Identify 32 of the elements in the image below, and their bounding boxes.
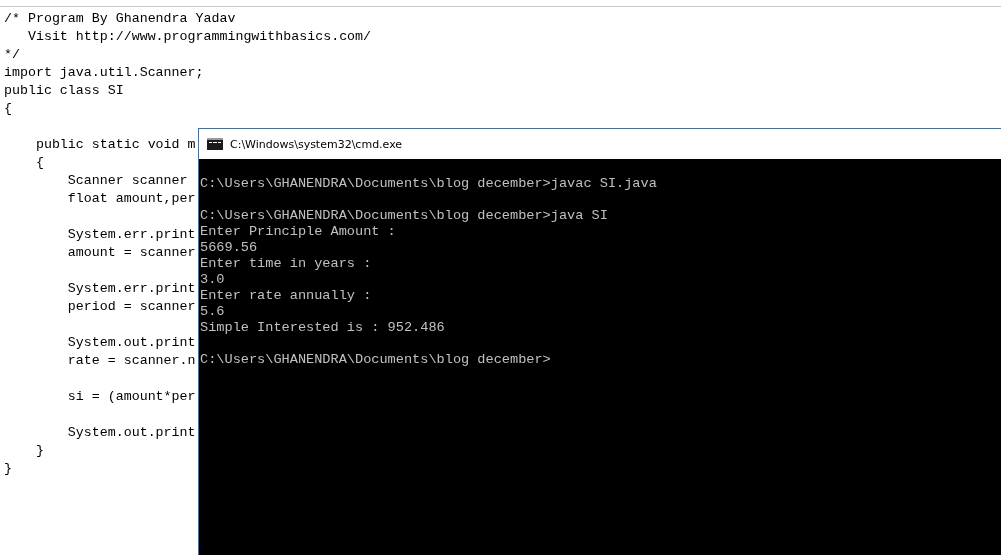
code-line: { xyxy=(4,101,12,116)
console-line: Enter time in years : xyxy=(200,256,372,271)
code-line: /* Program By Ghanendra Yadav xyxy=(4,11,236,26)
console-line: 5.6 xyxy=(200,304,225,319)
console-icon xyxy=(207,138,223,150)
code-line: public static void m xyxy=(34,137,196,152)
code-line: rate = scanner.n xyxy=(66,353,196,368)
code-line: Visit http://www.programmingwithbasics.com/ xyxy=(26,29,372,44)
code-line: System.err.print xyxy=(66,281,196,296)
code-line: System.out.print xyxy=(66,425,196,440)
console-line: Simple Interested is : 952.486 xyxy=(200,320,445,335)
window-title: C:\Windows\system32\cmd.exe xyxy=(230,137,403,151)
code-line: { xyxy=(34,155,44,170)
console-line: C:\Users\GHANENDRA\Documents\blog december>java SI xyxy=(200,208,608,223)
code-line: float amount,per xyxy=(66,191,196,206)
console-line: 5669.56 xyxy=(200,240,258,255)
code-line: System.err.print xyxy=(66,227,196,242)
console-line: C:\Users\GHANENDRA\Documents\blog december>javac SI.java xyxy=(200,176,657,191)
code-line: System.out.print xyxy=(66,335,196,350)
console-line: 3.0 xyxy=(200,272,225,287)
code-line: Scanner scanner xyxy=(66,173,188,188)
console-line: Enter Principle Amount : xyxy=(200,224,396,239)
code-line: period = scanner xyxy=(66,299,196,314)
code-line: public class SI xyxy=(4,83,124,98)
code-line: } xyxy=(4,461,12,476)
console-line: C:\Users\GHANENDRA\Documents\blog december> xyxy=(200,352,551,367)
code-line: */ xyxy=(4,47,20,62)
code-line: si = (amount*per xyxy=(66,389,196,404)
code-line: import java.util.Scanner; xyxy=(4,65,204,80)
code-line: } xyxy=(34,443,44,458)
console-line: Enter rate annually : xyxy=(200,288,372,303)
code-line: amount = scanner xyxy=(66,245,196,260)
